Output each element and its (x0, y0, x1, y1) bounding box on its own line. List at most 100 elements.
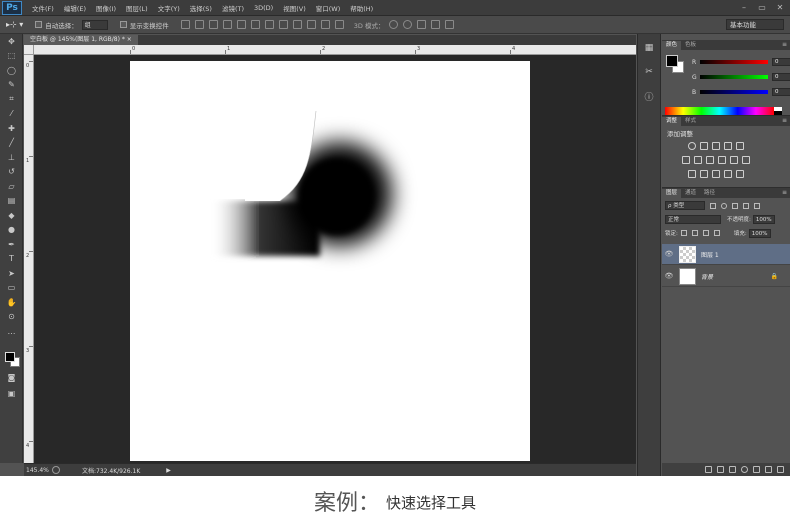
rectangle-tool-icon[interactable]: ▭ (0, 281, 23, 296)
lasso-tool-icon[interactable]: ◯ (0, 63, 23, 78)
blue-value[interactable]: 0 (772, 88, 790, 96)
menu-view[interactable]: 视图(V) (283, 3, 306, 13)
vertical-ruler[interactable]: 0 1 2 3 4 (24, 55, 34, 463)
menu-file[interactable]: 文件(F) (32, 3, 54, 13)
blend-mode-dropdown[interactable]: 正常 (665, 214, 721, 224)
exposure-icon[interactable] (724, 142, 732, 150)
document-tab[interactable]: 空白板 @ 145%(图层 1, RGB/8) * × (24, 35, 138, 45)
eye-icon[interactable]: 👁 (662, 272, 676, 280)
layer-style-icon[interactable] (717, 466, 724, 473)
tab-styles[interactable]: 样式 (681, 117, 700, 126)
tab-color[interactable]: 颜色 (662, 41, 682, 50)
opacity-input[interactable]: 100% (752, 214, 775, 224)
filter-pixel-icon[interactable] (710, 202, 716, 209)
new-adjustment-icon[interactable] (741, 466, 748, 473)
brightness-icon[interactable] (688, 142, 696, 150)
crop-tool-icon[interactable]: ⌗ (0, 92, 23, 107)
zoom-tool-icon[interactable]: ⊙ (0, 310, 23, 325)
move-tool-preset-icon[interactable]: ▸⊹ ▾ (6, 20, 23, 29)
minimize-icon[interactable]: – (738, 2, 750, 13)
document-canvas[interactable] (130, 61, 530, 461)
eyedropper-tool-icon[interactable]: ⁄ (0, 107, 23, 122)
brush-tool-icon[interactable]: ╱ (0, 136, 23, 151)
eye-icon[interactable]: 👁 (662, 250, 676, 258)
black-white-icon[interactable] (706, 156, 714, 164)
zoom-level[interactable]: 145.4% (26, 467, 50, 474)
spectrum-black-white[interactable] (774, 107, 782, 115)
threshold-icon[interactable] (712, 170, 720, 178)
tools-preset-icon[interactable]: ✂ (638, 62, 660, 82)
gradient-map-icon[interactable] (724, 170, 732, 178)
workspace-dropdown[interactable]: 基本功能 (726, 19, 784, 30)
eraser-tool-icon[interactable]: ▱ (0, 179, 23, 194)
type-tool-icon[interactable]: T (0, 252, 23, 267)
add-mask-icon[interactable] (729, 466, 736, 473)
panel-menu-icon[interactable]: ≡ (782, 189, 787, 196)
healing-brush-icon[interactable]: ✚ (0, 121, 23, 136)
tab-channels[interactable]: 通道 (681, 189, 700, 198)
foreground-color-swatch[interactable] (5, 352, 15, 362)
color-lookup-icon[interactable] (742, 156, 750, 164)
quick-select-tool-icon[interactable]: ✎ (0, 78, 23, 93)
tab-adjustments[interactable]: 调整 (662, 117, 682, 126)
lock-position-icon[interactable] (702, 230, 709, 236)
distribute-bottom-icon[interactable] (292, 20, 302, 29)
distribute-hcenter-icon[interactable] (320, 20, 330, 29)
distribute-vcenter-icon[interactable] (278, 20, 288, 29)
layer-row[interactable]: 👁 背景 🔒 (662, 266, 790, 287)
scale-3d-icon[interactable] (444, 20, 454, 29)
filter-smart-object-icon[interactable] (754, 202, 760, 209)
show-transform-checkbox[interactable] (119, 21, 127, 28)
tab-paths[interactable]: 路径 (700, 189, 719, 198)
hand-tool-icon[interactable]: ✋ (0, 295, 23, 310)
drag-3d-icon[interactable] (416, 20, 426, 29)
blur-tool-icon[interactable]: ◆ (0, 208, 23, 223)
marquee-tool-icon[interactable]: ⬚ (0, 49, 23, 64)
selective-color-icon[interactable] (736, 170, 744, 178)
menu-layer[interactable]: 图层(L) (126, 3, 148, 13)
align-left-icon[interactable] (222, 20, 232, 29)
maximize-icon[interactable]: ▭ (756, 2, 768, 13)
blue-slider[interactable] (700, 90, 768, 94)
roll-3d-icon[interactable] (402, 20, 412, 29)
channel-mixer-icon[interactable] (730, 156, 738, 164)
tab-swatches[interactable]: 色板 (681, 41, 700, 50)
auto-select-dropdown[interactable]: 组 (81, 19, 108, 30)
hue-saturation-icon[interactable] (682, 156, 690, 164)
clone-stamp-icon[interactable]: ⊥ (0, 150, 23, 165)
menu-window[interactable]: 窗口(W) (316, 3, 341, 13)
move-tool-icon[interactable]: ✥ (0, 34, 23, 49)
delete-layer-icon[interactable] (777, 466, 784, 473)
photo-filter-icon[interactable] (718, 156, 726, 164)
horizontal-ruler[interactable]: 0 1 2 3 4 (34, 45, 636, 55)
color-balance-icon[interactable] (694, 156, 702, 164)
rotate-3d-icon[interactable] (388, 20, 398, 29)
filter-type-icon[interactable] (732, 202, 738, 209)
status-info-icon[interactable] (52, 466, 60, 474)
align-right-icon[interactable] (250, 20, 260, 29)
vibrance-icon[interactable] (736, 142, 744, 150)
panel-menu-icon[interactable]: ≡ (782, 41, 787, 48)
align-hcenter-icon[interactable] (236, 20, 246, 29)
distribute-left-icon[interactable] (306, 20, 316, 29)
menu-help[interactable]: 帮助(H) (350, 3, 373, 13)
layer-name[interactable]: 背景 (701, 272, 713, 281)
menu-type[interactable]: 文字(Y) (158, 3, 180, 13)
path-select-icon[interactable]: ➤ (0, 266, 23, 281)
layer-row[interactable]: 👁 图层 1 (662, 244, 790, 265)
new-layer-icon[interactable] (765, 466, 772, 473)
info-panel-icon[interactable]: ⓘ (638, 86, 660, 106)
invert-icon[interactable] (688, 170, 696, 178)
fill-input[interactable]: 100% (748, 228, 771, 238)
tab-layers[interactable]: 图层 (662, 189, 682, 198)
posterize-icon[interactable] (700, 170, 708, 178)
pen-tool-icon[interactable]: ✒ (0, 237, 23, 252)
filter-adjustment-icon[interactable] (721, 202, 727, 209)
gradient-tool-icon[interactable]: ▤ (0, 194, 23, 209)
green-slider[interactable] (700, 75, 768, 79)
menu-image[interactable]: 图像(I) (96, 3, 116, 13)
auto-select-checkbox[interactable] (35, 21, 43, 28)
link-layers-icon[interactable] (705, 466, 712, 473)
status-menu-arrow-icon[interactable]: ▶ (166, 467, 171, 474)
red-value[interactable]: 0 (772, 58, 790, 66)
